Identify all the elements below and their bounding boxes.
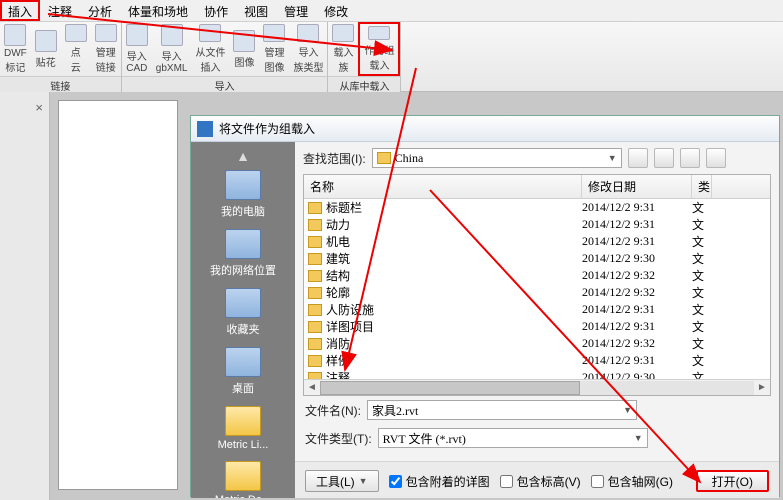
menu-修改[interactable]: 修改 — [316, 0, 356, 21]
ribbon-导入族类型[interactable]: 导入族类型 — [289, 22, 327, 76]
filename-combo[interactable]: 家具2.rvt ▼ — [367, 400, 637, 420]
ribbon-管理图像[interactable]: 管理图像 — [259, 22, 289, 76]
chevron-down-icon: ▼ — [634, 433, 643, 443]
menu-视图[interactable]: 视图 — [236, 0, 276, 21]
app-icon — [197, 121, 213, 137]
chk-level[interactable]: 包含标高(V) — [500, 473, 581, 490]
list-item[interactable]: 人防设施2014/12/2 9:31文 — [304, 301, 770, 318]
up-button[interactable] — [654, 148, 674, 168]
folder-icon — [377, 152, 391, 164]
close-icon[interactable]: × — [35, 100, 43, 115]
places-up-icon[interactable]: ▲ — [236, 148, 250, 164]
list-item[interactable]: 标题栏2014/12/2 9:31文 — [304, 199, 770, 216]
drawing-sheet — [58, 100, 178, 490]
list-item[interactable]: 机电2014/12/2 9:31文 — [304, 233, 770, 250]
list-item[interactable]: 详图项目2014/12/2 9:31文 — [304, 318, 770, 335]
place-2[interactable]: 收藏夹 — [225, 284, 261, 341]
list-item[interactable]: 轮廓2014/12/2 9:32文 — [304, 284, 770, 301]
list-item[interactable]: 建筑2014/12/2 9:30文 — [304, 250, 770, 267]
list-header[interactable]: 名称 修改日期 类 — [304, 175, 770, 199]
chevron-down-icon: ▼ — [608, 153, 617, 163]
place-5[interactable]: Metric De... — [215, 457, 271, 498]
place-3[interactable]: 桌面 — [225, 343, 261, 400]
filename-value: 家具2.rvt — [372, 402, 418, 419]
list-item[interactable]: 样例2014/12/2 9:31文 — [304, 352, 770, 369]
menu-体量和场地[interactable]: 体量和场地 — [120, 0, 196, 21]
list-item[interactable]: 注释2014/12/2 9:30文 — [304, 369, 770, 379]
tools-button[interactable]: 工具(L)▼ — [305, 470, 379, 492]
chk-attached[interactable]: 包含附着的详图 — [389, 473, 490, 490]
h-scrollbar[interactable]: ◄► — [304, 379, 770, 395]
place-4[interactable]: Metric Li... — [218, 402, 269, 455]
ribbon-载入族[interactable]: 载入族 — [328, 22, 358, 76]
filetype-value: RVT 文件 (*.rvt) — [383, 430, 466, 447]
ribbon-DWF标记[interactable]: DWF标记 — [0, 22, 31, 76]
menu-管理[interactable]: 管理 — [276, 0, 316, 21]
menu-插入[interactable]: 插入 — [0, 0, 40, 21]
place-1[interactable]: 我的网络位置 — [210, 225, 276, 282]
place-0[interactable]: 我的电脑 — [221, 166, 265, 223]
lookin-value: China — [395, 151, 424, 166]
delete-button[interactable] — [680, 148, 700, 168]
col-date[interactable]: 修改日期 — [582, 175, 692, 198]
places-bar: ▲ 我的电脑我的网络位置收藏夹桌面Metric Li...Metric De..… — [191, 142, 295, 498]
ribbon-作为组载入[interactable]: 作为组载入 — [358, 22, 400, 76]
views-button[interactable] — [706, 148, 726, 168]
filetype-label: 文件类型(T): — [305, 430, 372, 447]
ribbon-图像[interactable]: 图像 — [229, 22, 259, 76]
ribbon-导入gbXML[interactable]: 导入gbXML — [152, 22, 192, 76]
list-item[interactable]: 结构2014/12/2 9:32文 — [304, 267, 770, 284]
dialog-title: 将文件作为组载入 — [219, 120, 315, 137]
lookin-combo[interactable]: China ▼ — [372, 148, 622, 168]
lookin-label: 查找范围(I): — [303, 150, 366, 167]
list-item[interactable]: 消防2014/12/2 9:32文 — [304, 335, 770, 352]
properties-strip: × — [0, 92, 50, 500]
list-rows[interactable]: 标题栏2014/12/2 9:31文动力2014/12/2 9:31文机电201… — [304, 199, 770, 379]
list-item[interactable]: 动力2014/12/2 9:31文 — [304, 216, 770, 233]
ribbon-点云[interactable]: 点云 — [61, 22, 91, 76]
ribbon-贴花[interactable]: 贴花 — [31, 22, 61, 76]
filetype-combo[interactable]: RVT 文件 (*.rvt) ▼ — [378, 428, 648, 448]
ribbon: DWF标记贴花点云管理链接链接导入CAD导入gbXML从文件插入图像管理图像导入… — [0, 22, 783, 92]
back-button[interactable] — [628, 148, 648, 168]
menu-注释[interactable]: 注释 — [40, 0, 80, 21]
col-type[interactable]: 类 — [692, 175, 712, 198]
file-dialog: 将文件作为组载入 ▲ 我的电脑我的网络位置收藏夹桌面Metric Li...Me… — [190, 115, 780, 497]
filename-label: 文件名(N): — [305, 402, 361, 419]
menu-分析[interactable]: 分析 — [80, 0, 120, 21]
file-list[interactable]: 名称 修改日期 类 标题栏2014/12/2 9:31文动力2014/12/2 … — [303, 174, 771, 396]
menu-bar: 插入注释分析体量和场地协作视图管理修改 — [0, 0, 783, 22]
dialog-titlebar: 将文件作为组载入 — [191, 116, 779, 142]
chk-grid[interactable]: 包含轴网(G) — [591, 473, 673, 490]
ribbon-导入CAD[interactable]: 导入CAD — [122, 22, 152, 76]
dialog-main: 查找范围(I): China ▼ 名称 修改日期 类 标题栏2014/12/2 … — [295, 142, 779, 498]
menu-协作[interactable]: 协作 — [196, 0, 236, 21]
ribbon-从文件插入[interactable]: 从文件插入 — [191, 22, 229, 76]
col-name[interactable]: 名称 — [304, 175, 582, 198]
dialog-bottom: 工具(L)▼ 包含附着的详图 包含标高(V) 包含轴网(G) 打开(O) — [295, 461, 779, 498]
ribbon-管理链接[interactable]: 管理链接 — [91, 22, 121, 76]
chevron-down-icon: ▼ — [623, 405, 632, 415]
open-button[interactable]: 打开(O) — [696, 470, 769, 492]
